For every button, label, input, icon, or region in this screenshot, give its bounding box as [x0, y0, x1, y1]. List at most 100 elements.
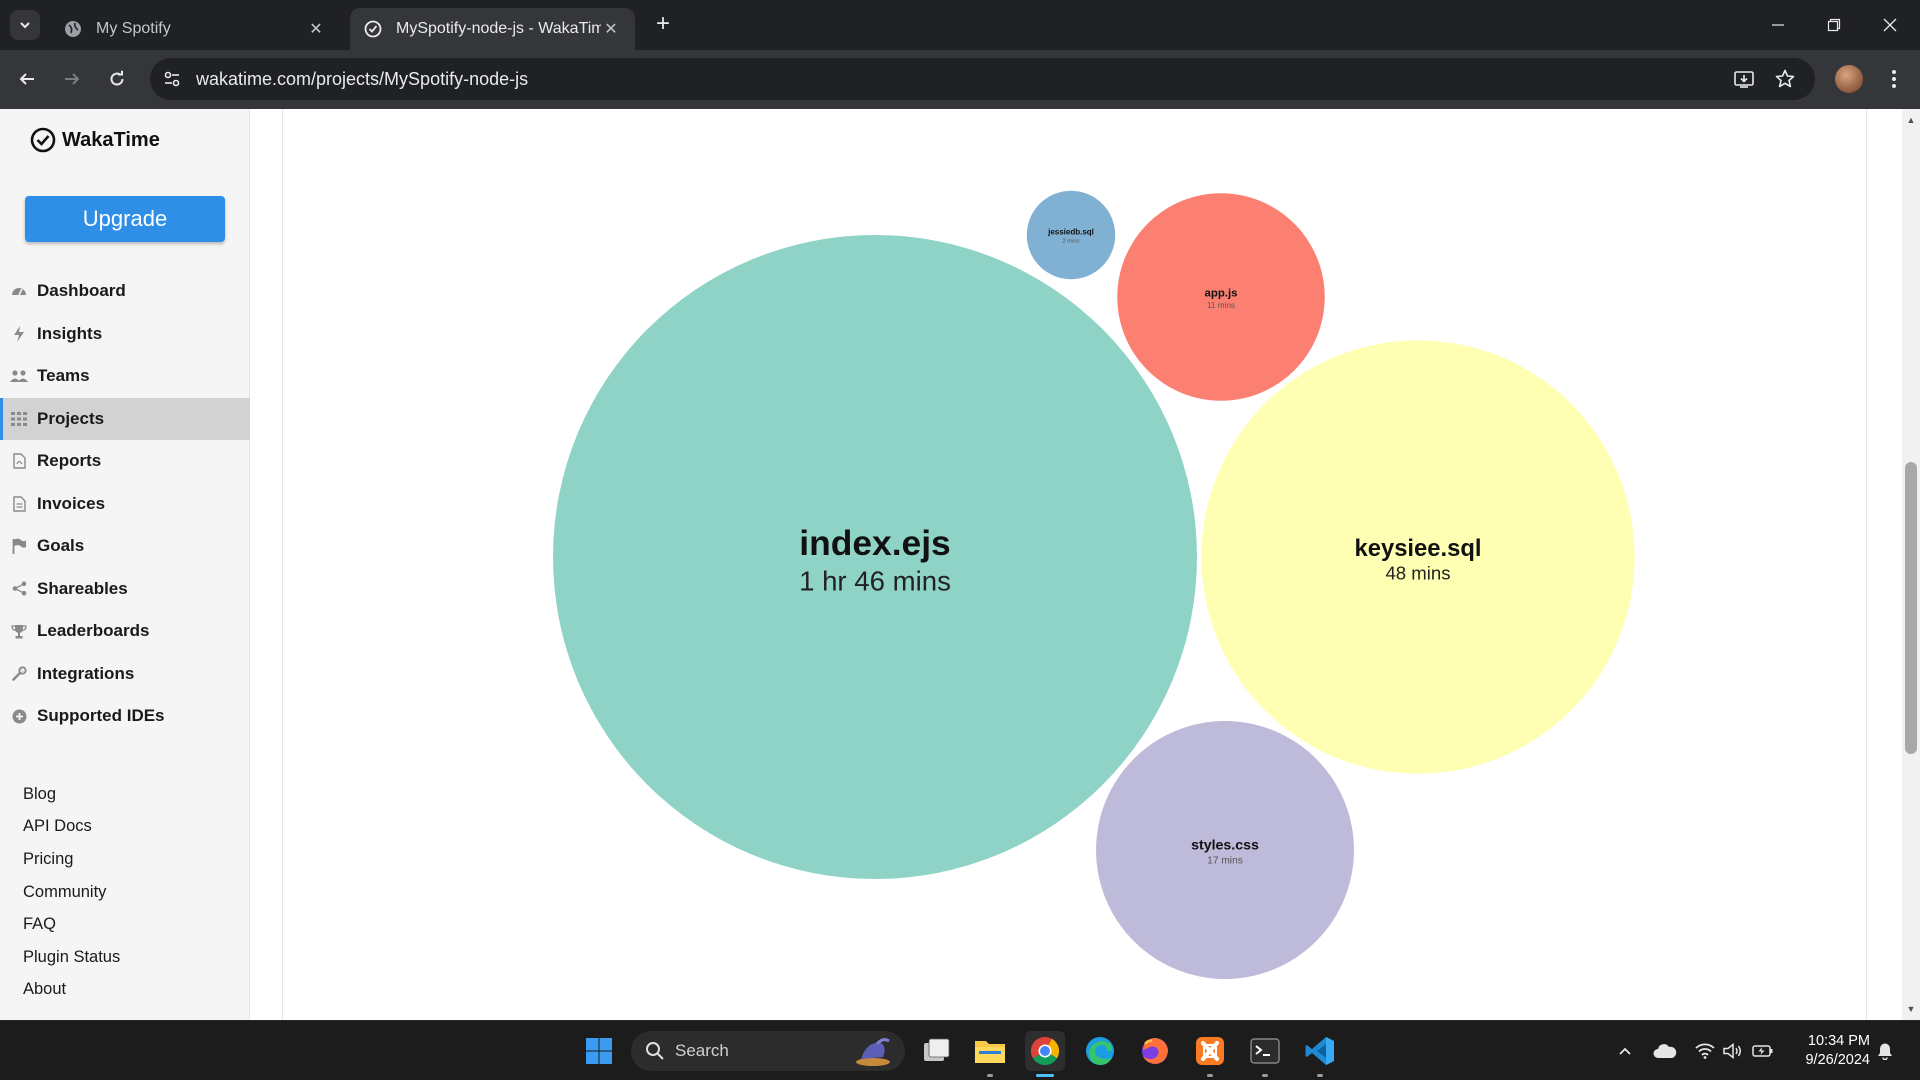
sidebar-item-insights[interactable]: Insights — [0, 313, 250, 356]
dashboard-icon — [10, 282, 28, 300]
sidebar-item-supported-ides[interactable]: Supported IDEs — [0, 695, 250, 738]
sidebar-item-projects[interactable]: Projects — [0, 397, 250, 440]
link-pricing[interactable]: Pricing — [23, 843, 120, 876]
wakatime-logo-icon — [364, 20, 382, 38]
sidebar-item-integrations[interactable]: Integrations — [0, 653, 250, 696]
battery-tray-icon[interactable] — [1750, 1037, 1776, 1065]
close-window-button[interactable] — [1862, 0, 1918, 50]
browser-menu-button[interactable] — [1880, 65, 1908, 93]
onedrive-tray-icon[interactable] — [1652, 1037, 1678, 1065]
bookmark-star-icon[interactable] — [1774, 68, 1796, 90]
link-about[interactable]: About — [23, 974, 120, 1007]
bubble-index-ejs[interactable]: index.ejs1 hr 46 mins — [553, 235, 1197, 879]
volume-tray-icon[interactable] — [1720, 1037, 1746, 1065]
terminal-taskbar-button[interactable] — [1245, 1031, 1285, 1077]
bubble-keysiee-sql[interactable]: keysiee.sql48 mins — [1201, 340, 1635, 774]
new-tab-button[interactable]: + — [650, 12, 676, 38]
link-plugin-status[interactable]: Plugin Status — [23, 941, 120, 974]
sidebar-item-dashboard[interactable]: Dashboard — [0, 270, 250, 313]
edge-taskbar-button[interactable] — [1080, 1031, 1120, 1071]
start-button[interactable] — [579, 1031, 619, 1071]
bubble-file-name: styles.css — [1191, 837, 1259, 853]
bubble-styles-css[interactable]: styles.css 17 mins — [1096, 721, 1354, 979]
bubble-duration: 2 mins — [1062, 239, 1079, 245]
reload-button[interactable] — [100, 62, 134, 96]
running-indicator — [987, 1074, 993, 1077]
globe-icon — [64, 20, 82, 38]
firefox-taskbar-button[interactable] — [1135, 1031, 1175, 1071]
link-community[interactable]: Community — [23, 876, 120, 909]
wifi-tray-icon[interactable] — [1692, 1037, 1718, 1065]
show-hidden-icons-button[interactable] — [1612, 1037, 1638, 1065]
restore-button[interactable] — [1806, 0, 1862, 50]
system-clock[interactable]: 10:34 PM 9/26/2024 — [1790, 1032, 1870, 1070]
plus-circle-icon — [10, 707, 28, 725]
chrome-icon — [1030, 1036, 1059, 1066]
close-tab-icon[interactable]: ✕ — [306, 19, 326, 39]
scroll-up-arrow-icon[interactable]: ▲ — [1906, 115, 1916, 125]
sidebar-item-label: Supported IDEs — [37, 706, 165, 726]
reload-icon — [110, 70, 124, 86]
tab-search-button[interactable] — [10, 10, 40, 40]
close-tab-icon[interactable]: ✕ — [601, 19, 621, 39]
bubble-file-name: keysiee.sql — [1354, 535, 1481, 562]
main-content: index.ejs 1 hr 46 mins keysiee.sql 48 mins s… — [282, 109, 1867, 1020]
tab-wakatime[interactable]: MySpotify-node-js - WakaTime ✕ — [350, 8, 635, 50]
clock-date: 9/26/2024 — [1805, 1052, 1870, 1068]
profile-avatar[interactable] — [1835, 65, 1863, 93]
address-bar[interactable]: wakatime.com/projects/MySpotify-node-js — [150, 58, 1815, 100]
wakatime-logo[interactable]: WakaTime — [30, 127, 160, 153]
install-app-icon[interactable] — [1733, 68, 1755, 90]
sidebar-item-leaderboards[interactable]: Leaderboards — [0, 610, 250, 653]
notifications-button[interactable] — [1872, 1037, 1898, 1065]
sidebar-item-reports[interactable]: Reports — [0, 440, 250, 483]
sidebar-item-goals[interactable]: Goals — [0, 525, 250, 568]
page-scrollbar[interactable]: ▲ ▼ — [1902, 109, 1920, 1020]
minimize-button[interactable] — [1750, 0, 1806, 50]
sidebar-item-invoices[interactable]: Invoices — [0, 483, 250, 526]
pdf-file-icon — [10, 452, 28, 470]
sidebar-item-shareables[interactable]: Shareables — [0, 568, 250, 611]
sidebar: WakaTime Upgrade Dashboard Insights Team… — [0, 109, 250, 1020]
sidebar-nav: Dashboard Insights Teams Projects Report… — [0, 270, 250, 738]
tab-my-spotify[interactable]: My Spotify ✕ — [50, 8, 340, 50]
users-icon — [10, 367, 28, 385]
bubble-app-js[interactable]: app.js 11 mins — [1117, 193, 1325, 401]
task-view-button[interactable] — [916, 1031, 956, 1071]
file-explorer-button[interactable] — [970, 1031, 1010, 1077]
grid-icon — [10, 410, 28, 428]
chevron-down-icon — [20, 22, 30, 29]
link-api-docs[interactable]: API Docs — [23, 811, 120, 844]
scroll-down-arrow-icon[interactable]: ▼ — [1906, 1004, 1916, 1014]
xampp-taskbar-button[interactable] — [1190, 1031, 1230, 1077]
terminal-icon — [1250, 1038, 1280, 1064]
site-settings-icon[interactable] — [162, 69, 182, 89]
link-blog[interactable]: Blog — [23, 778, 120, 811]
edge-icon — [1086, 1037, 1114, 1065]
flag-icon — [10, 537, 28, 555]
bubble-duration: 17 mins — [1207, 855, 1243, 866]
link-faq[interactable]: FAQ — [23, 908, 120, 941]
vscode-taskbar-button[interactable] — [1300, 1031, 1340, 1077]
sidebar-item-label: Integrations — [37, 663, 135, 683]
forward-button[interactable] — [55, 62, 89, 96]
bolt-icon — [10, 325, 28, 343]
search-highlight-icon — [856, 1038, 890, 1066]
wakatime-page: WakaTime Upgrade Dashboard Insights Team… — [0, 109, 1920, 1020]
sidebar-item-label: Reports — [37, 451, 102, 471]
back-button[interactable] — [10, 62, 44, 96]
upgrade-button[interactable]: Upgrade — [25, 196, 225, 242]
task-view-icon — [924, 1038, 950, 1061]
sidebar-item-teams[interactable]: Teams — [0, 355, 250, 398]
bell-icon — [1878, 1043, 1892, 1060]
taskbar-search[interactable]: Search — [631, 1031, 905, 1071]
arrow-right-icon — [65, 73, 80, 85]
bubble-jessiedb-sql[interactable]: jessiedb.sql 2 mins — [1026, 190, 1116, 280]
xampp-icon — [1196, 1037, 1224, 1065]
restore-icon — [1827, 18, 1841, 32]
file-icon — [10, 495, 28, 513]
chrome-taskbar-button[interactable] — [1025, 1031, 1065, 1077]
more-vertical-icon — [1892, 70, 1896, 88]
scrollbar-thumb[interactable] — [1905, 462, 1917, 754]
close-icon — [1883, 18, 1897, 32]
